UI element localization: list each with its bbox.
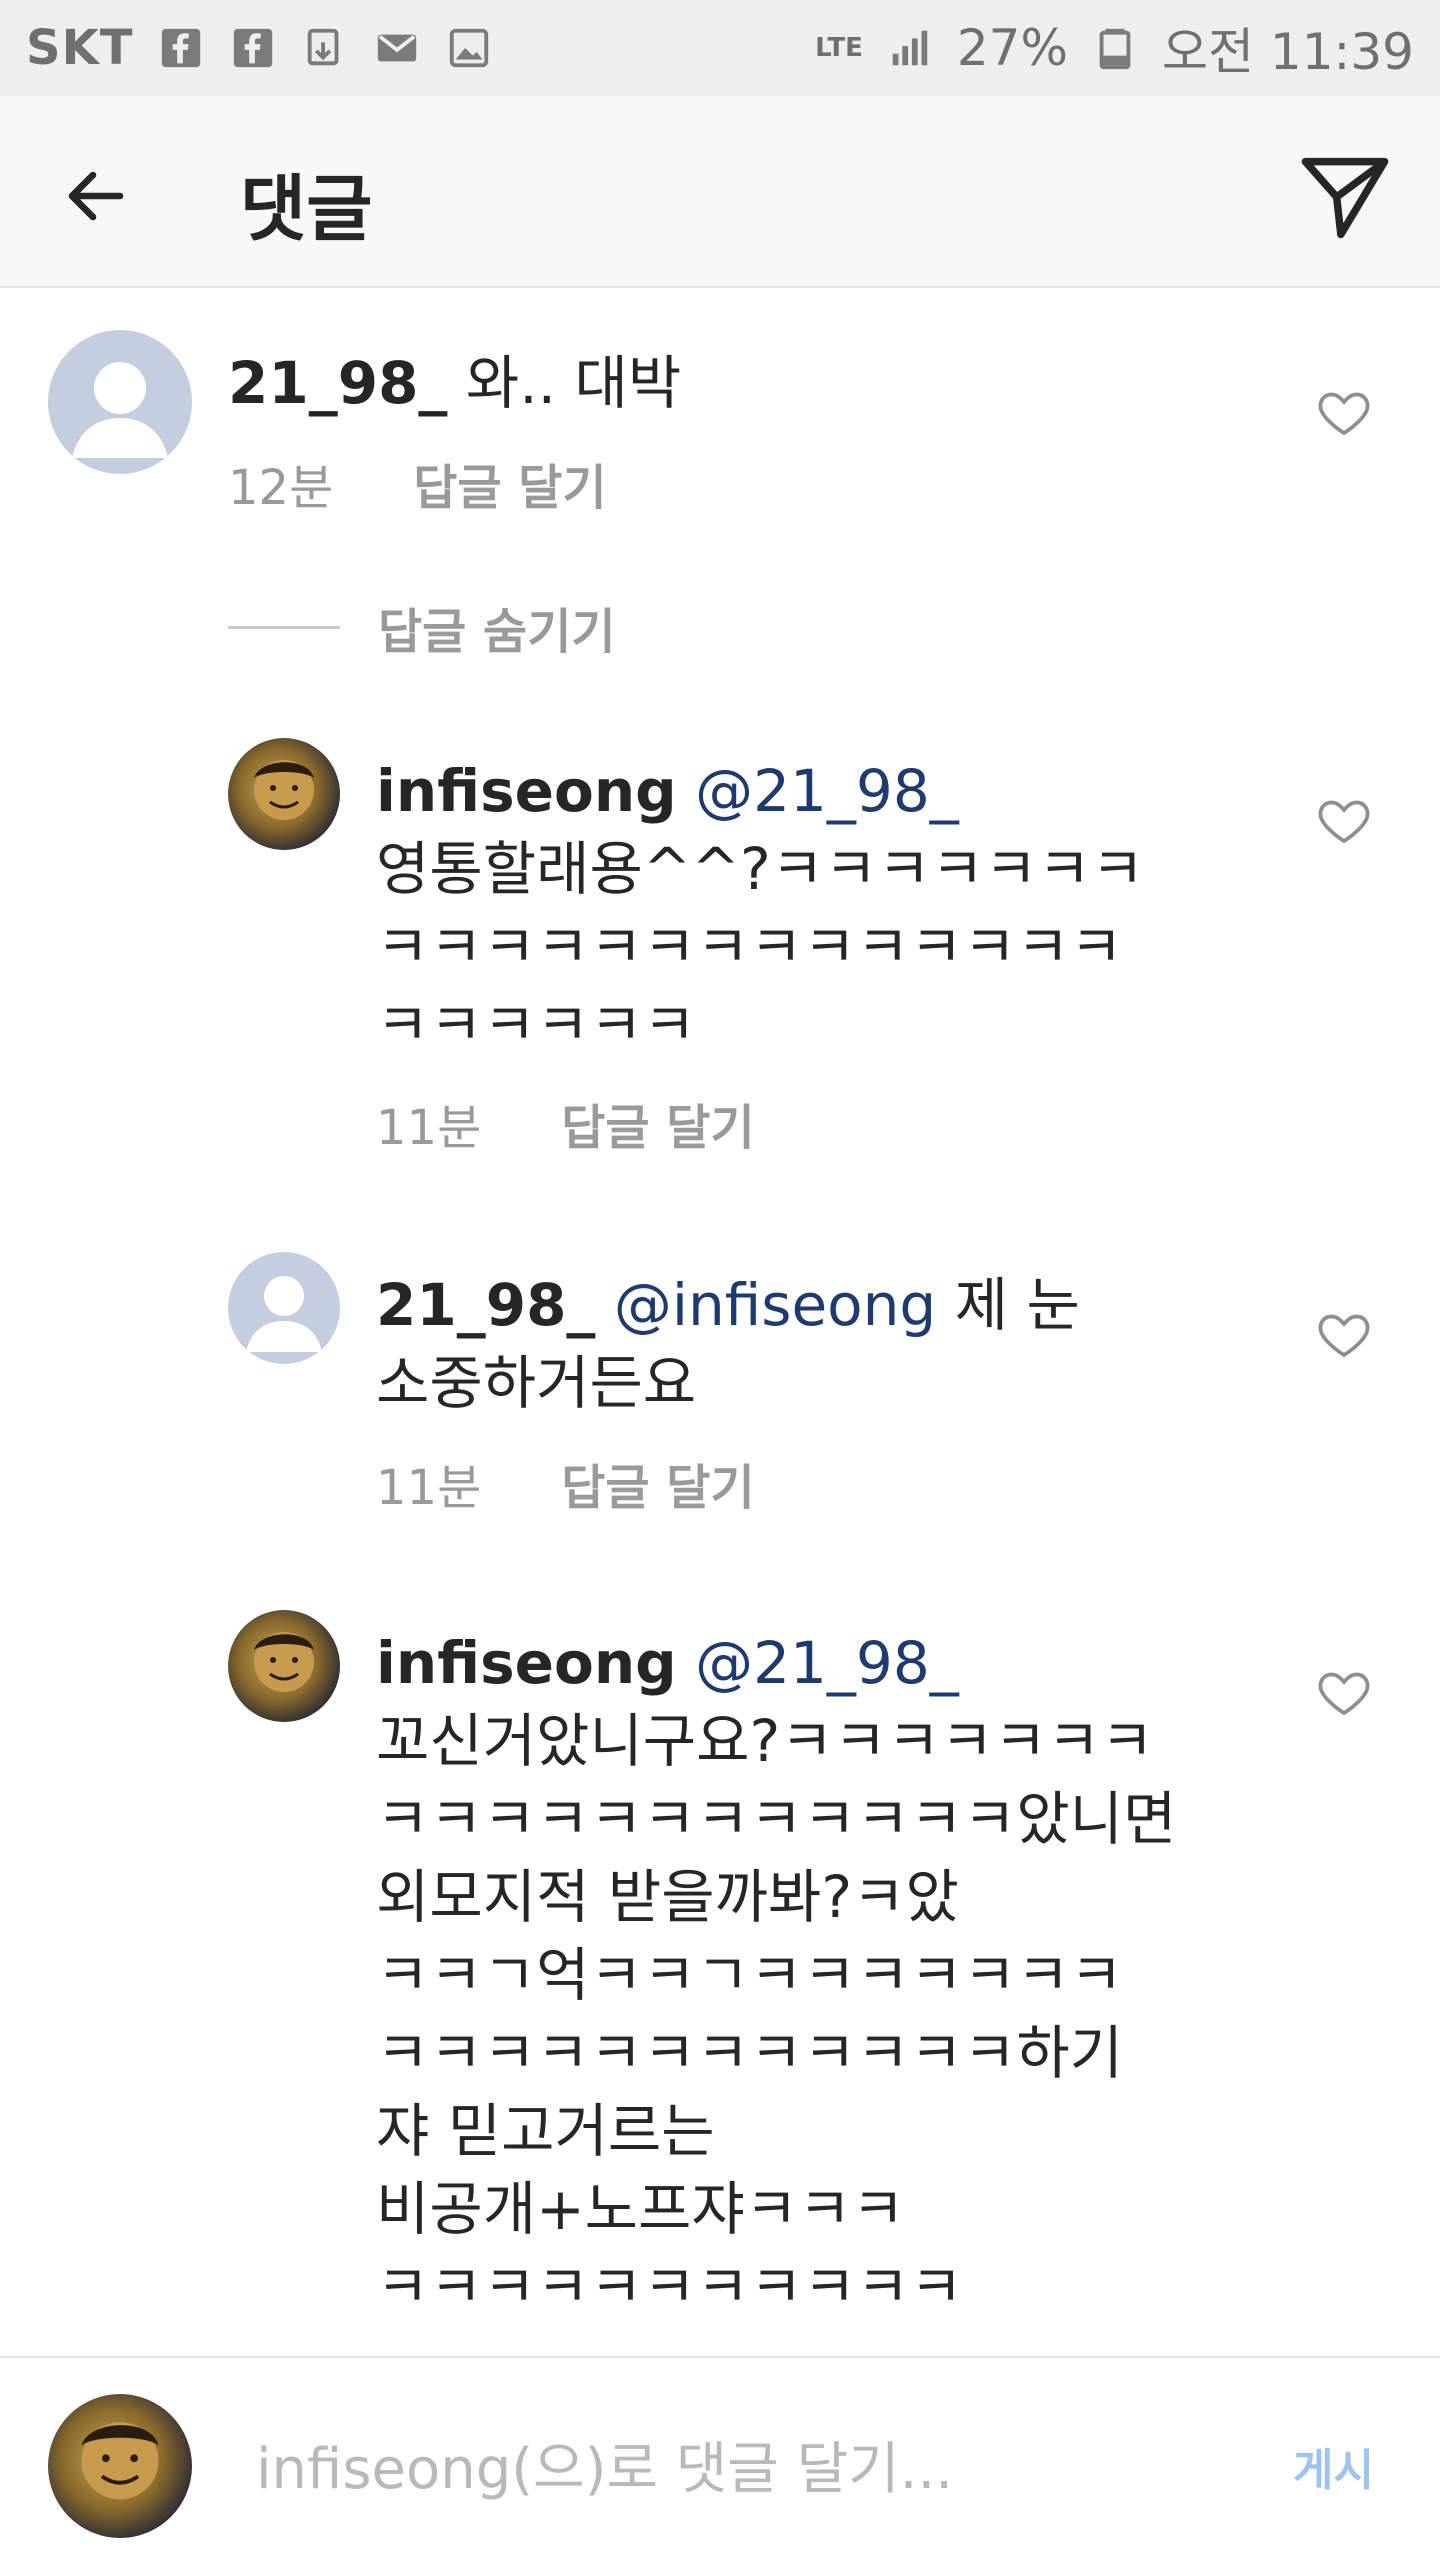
- comment-composer: infiseong(으)로 댓글 달기... 게시: [0, 2356, 1440, 2560]
- status-bar: SKT LTE 27% 오전 11:39: [0, 0, 1440, 96]
- reply-username[interactable]: 21_98_: [376, 1271, 595, 1339]
- reply-text-line: ㅋㅋㅋㅋㅋㅋㅋㅋㅋㅋㅋ: [376, 2253, 963, 2321]
- battery-percent: 27%: [956, 19, 1068, 77]
- post-button[interactable]: 게시: [1293, 2434, 1374, 2498]
- comment-text: 와.. 대박: [465, 349, 682, 417]
- signal-icon: [885, 23, 935, 73]
- avatar[interactable]: [48, 330, 192, 474]
- download-icon: [300, 23, 350, 73]
- arrow-left-icon: [68, 171, 124, 221]
- status-left: SKT: [26, 20, 494, 76]
- reply-button[interactable]: 답글 달기: [413, 448, 606, 518]
- reply-time: 11분: [376, 1460, 482, 1516]
- status-right: LTE 27% 오전 11:39: [815, 12, 1414, 84]
- hide-replies-label: 답글 숨기기: [378, 604, 616, 660]
- battery-icon: [1090, 23, 1140, 73]
- reply-text-line: ㅋㅋㄱ억ㅋㅋㄱㅋㅋㅋㅋㅋㅋㅋ: [376, 1941, 1124, 2009]
- heart-icon[interactable]: [1316, 384, 1372, 440]
- reply-username[interactable]: infiseong: [376, 757, 677, 825]
- heart-icon[interactable]: [1316, 1306, 1372, 1362]
- avatar[interactable]: [228, 738, 340, 850]
- carrier-label: SKT: [26, 20, 134, 76]
- mention-link[interactable]: @infiseong: [614, 1271, 936, 1339]
- reply-text-line: 외모지적 받을까봐?ㅋ았: [376, 1863, 959, 1931]
- reply-text-line: ㅋㅋㅋㅋㅋㅋㅋㅋㅋㅋㅋㅋㅋㅋ: [376, 913, 1124, 981]
- heart-icon[interactable]: [1316, 792, 1372, 848]
- reply-meta: 11분 답글 달기: [376, 1448, 755, 1518]
- avatar[interactable]: [228, 1610, 340, 1722]
- reply-username[interactable]: infiseong: [376, 1629, 677, 1697]
- comment-time: 12분: [228, 460, 334, 516]
- comment-meta: 12분 답글 달기: [228, 448, 607, 518]
- clock: 오전 11:39: [1162, 23, 1414, 81]
- comment-input[interactable]: infiseong(으)로 댓글 달기...: [256, 2424, 953, 2505]
- reply-button[interactable]: 답글 달기: [561, 1448, 754, 1518]
- reply-text-line: 영통할래용^^?ㅋㅋㅋㅋㅋㅋㅋ: [376, 835, 1145, 903]
- comment-username[interactable]: 21_98_: [228, 349, 447, 417]
- share-button[interactable]: [1290, 142, 1400, 252]
- avatar[interactable]: [228, 1252, 340, 1364]
- reply-body: 21_98_ @infiseong 제 눈 소중하거든요: [376, 1266, 1256, 1422]
- divider: [228, 625, 340, 629]
- reply-text-line: 쟈 믿고거르는: [376, 2097, 715, 2165]
- back-button[interactable]: [46, 146, 146, 246]
- reply-time: 11분: [376, 1100, 482, 1156]
- reply-body: infiseong @21_98_ 꼬신거았니구요?ㅋㅋㅋㅋㅋㅋㅋ ㅋㅋㅋㅋㅋㅋ…: [376, 1624, 1256, 2326]
- reply-text-line: 소중하거든요: [376, 1349, 697, 1417]
- reply-text-line: ㅋㅋㅋㅋㅋㅋ: [376, 991, 697, 1059]
- reply-text-line: 비공개+노프쟈ㅋㅋㅋ: [376, 2175, 905, 2243]
- mail-icon: [372, 23, 422, 73]
- heart-icon[interactable]: [1316, 1664, 1372, 1720]
- image-icon: [444, 23, 494, 73]
- reply-text-line: ㅋㅋㅋㅋㅋㅋㅋㅋㅋㅋㅋㅋ았니면: [376, 1785, 1177, 1853]
- page-title: 댓글: [240, 167, 373, 251]
- reply-button[interactable]: 답글 달기: [561, 1088, 754, 1158]
- facebook-icon: [228, 23, 278, 73]
- hide-replies-button[interactable]: 답글 숨기기: [228, 592, 616, 662]
- reply-meta: 11분 답글 달기: [376, 1088, 755, 1158]
- paper-plane-icon: [1301, 157, 1389, 239]
- mention-link[interactable]: @21_98_: [695, 757, 959, 825]
- lte-label: LTE: [815, 33, 863, 63]
- reply-text-line: ㅋㅋㅋㅋㅋㅋㅋㅋㅋㅋㅋㅋ하기: [376, 2019, 1124, 2087]
- reply-text-line: 꼬신거았니구요?ㅋㅋㅋㅋㅋㅋㅋ: [376, 1707, 1154, 1775]
- facebook-icon: [156, 23, 206, 73]
- app-header: 댓글: [0, 96, 1440, 288]
- mention-link[interactable]: @21_98_: [695, 1629, 959, 1697]
- reply-body: infiseong @21_98_ 영통할래용^^?ㅋㅋㅋㅋㅋㅋㅋ ㅋㅋㅋㅋㅋㅋ…: [376, 752, 1256, 1064]
- reply-text-line: 제 눈: [954, 1271, 1080, 1339]
- comment-body: 21_98_ 와.. 대박: [228, 344, 681, 422]
- avatar: [48, 2394, 192, 2538]
